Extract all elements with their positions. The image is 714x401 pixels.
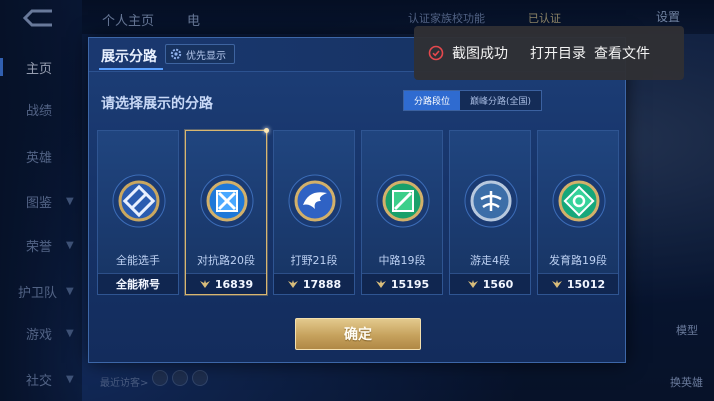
score-value: 15012 [566, 277, 606, 291]
score-value: 1560 [482, 277, 514, 291]
lane-card-jungle[interactable]: 打野21段 17888 [273, 130, 355, 295]
lane-type-toggle: 分路段位 巅峰分路(全国) [403, 90, 543, 111]
lane-card-mid[interactable]: 中路19段 15195 [361, 130, 443, 295]
toast-message: 截图成功 [452, 46, 508, 62]
wings-score-icon [199, 280, 210, 288]
gear-icon [170, 48, 182, 60]
check-circle-icon [428, 45, 444, 61]
score-bar: 全能称号 [98, 273, 178, 294]
wings-score-icon [551, 280, 562, 288]
lane-role-label: 中路19段 [378, 254, 426, 267]
score-value: 全能称号 [116, 278, 160, 291]
mid-lane-badge-icon [376, 174, 430, 228]
wings-score-icon [287, 280, 298, 288]
dialog-subtitle: 请选择展示的分路 [101, 96, 213, 112]
priority-chip-label: 优先显示 [186, 50, 226, 62]
priority-display-chip[interactable]: 优先显示 [165, 44, 235, 64]
lane-role-label: 游走4段 [470, 254, 510, 267]
score-bar: 1560 [450, 273, 530, 294]
display-lane-dialog: 展示分路 优先显示 请选择展示的分路 分路段位 巅峰分路(全国) 全能选手 全能… [88, 37, 626, 363]
score-value: 15195 [390, 277, 430, 291]
lane-card-clash[interactable]: 对抗路20段 16839 [185, 128, 269, 295]
view-file-link[interactable]: 查看文件 [594, 43, 650, 63]
score-bar: 15195 [362, 273, 442, 294]
lane-card-roam[interactable]: 游走4段 1560 [449, 130, 531, 295]
score-bar: 16839 [186, 273, 266, 294]
score-value: 17888 [302, 277, 342, 291]
title-underline [99, 68, 163, 70]
tab-peak-lane[interactable]: 巅峰分路(全国) [460, 91, 542, 110]
lane-role-label: 打野21段 [290, 254, 338, 267]
jungle-badge-icon [288, 174, 342, 228]
lane-card-farm[interactable]: 发育路19段 15012 [537, 130, 619, 295]
score-bar: 17888 [274, 273, 354, 294]
all-round-badge-icon [112, 174, 166, 228]
farm-lane-badge-icon [552, 174, 606, 228]
dialog-title: 展示分路 [101, 49, 157, 65]
lane-role-label: 全能选手 [116, 254, 160, 267]
lane-card-all-round[interactable]: 全能选手 全能称号 [97, 130, 179, 295]
lane-role-label: 对抗路20段 [197, 254, 255, 267]
tab-lane-rank[interactable]: 分路段位 [404, 91, 461, 110]
wings-score-icon [467, 280, 478, 288]
score-bar: 15012 [538, 273, 618, 294]
clash-lane-badge-icon [200, 174, 254, 228]
score-value: 16839 [214, 277, 254, 291]
confirm-button[interactable]: 确定 [295, 318, 421, 350]
wings-score-icon [375, 280, 386, 288]
lane-role-label: 发育路19段 [549, 254, 607, 267]
screenshot-toast: 截图成功 打开目录 查看文件 [414, 26, 684, 80]
open-directory-link[interactable]: 打开目录 [530, 43, 586, 63]
roam-badge-icon [464, 174, 518, 228]
